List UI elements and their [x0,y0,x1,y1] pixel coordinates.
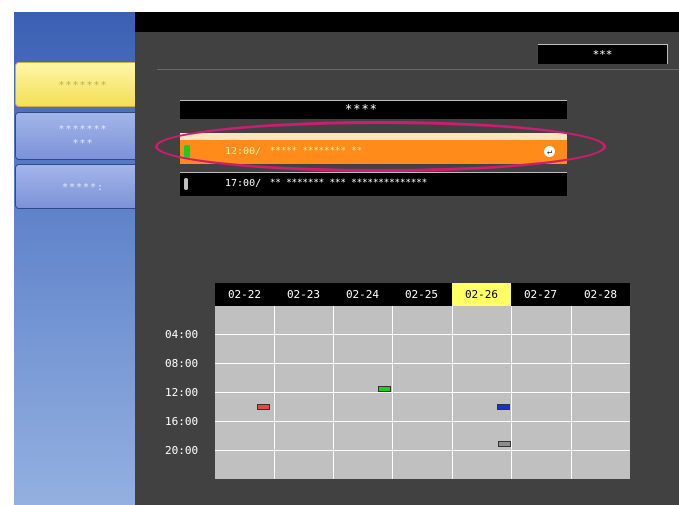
schedule-list-title: **** [345,102,378,116]
sidebar-item-label: ******* *** [58,124,108,149]
event-marker[interactable] [497,404,510,410]
grid-line [215,392,630,393]
day-header[interactable]: 02-28 [571,283,630,306]
time-label: 20:00 [165,444,199,457]
time-label: 16:00 [165,415,199,428]
event-color-marker [184,178,188,190]
day-header[interactable]: 02-24 [333,283,392,306]
sidebar-item-2[interactable]: ******* *** [15,112,151,160]
divider [157,69,679,70]
event-marker[interactable] [378,386,391,392]
day-header-today[interactable]: 02-26 [452,283,511,306]
schedule-list-header: **** [180,100,567,119]
row-description: ** ******* *** ************** [270,178,428,188]
annotation-ellipse [155,121,606,172]
top-bar [135,12,679,32]
day-header[interactable]: 02-25 [392,283,451,306]
weekly-calendar: 02-22 02-23 02-24 02-25 02-26 02-27 02-2… [165,283,630,479]
schedule-row[interactable]: 17:00/ ** ******* *** ************** [180,172,567,196]
day-header[interactable]: 02-27 [511,283,570,306]
time-label: 08:00 [165,357,199,370]
sidebar-item-label: ******* [58,80,108,91]
calendar-header: 02-22 02-23 02-24 02-25 02-26 02-27 02-2… [215,283,630,306]
app-window: ******* ******* *** *****: *** **** 12:0… [0,0,679,505]
header-button[interactable]: *** [538,44,668,64]
row-time: 17:00/ [225,178,262,189]
main-panel: *** **** 12:00/ ***** ******** ** ↵ 17:0… [135,12,679,505]
event-marker[interactable] [257,404,270,410]
event-marker[interactable] [498,441,511,447]
grid-line [215,334,630,335]
sidebar-item-label: *****: [61,182,105,193]
day-header[interactable]: 02-23 [274,283,333,306]
grid-line [215,450,630,451]
grid-line [215,363,630,364]
grid-line [215,421,630,422]
sidebar-item-1[interactable]: ******* [15,62,151,107]
time-label: 04:00 [165,328,199,341]
calendar-grid[interactable]: 04:00 08:00 12:00 16:00 20:00 [165,306,630,479]
sidebar-item-3[interactable]: *****: [15,164,151,209]
time-label: 12:00 [165,386,199,399]
day-header[interactable]: 02-22 [215,283,274,306]
